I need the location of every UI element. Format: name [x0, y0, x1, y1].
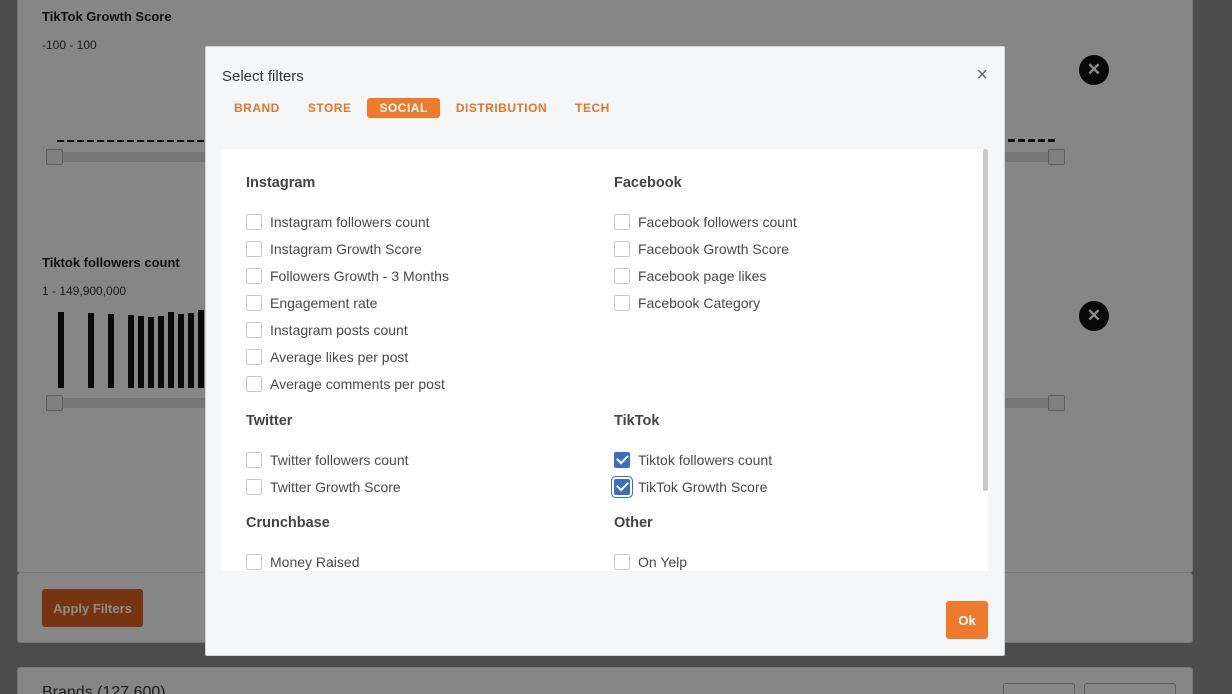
- option-followers-growth-3-months[interactable]: Followers Growth - 3 Months: [246, 262, 449, 289]
- option-label: Instagram posts count: [270, 321, 408, 338]
- option-label: Engagement rate: [270, 294, 378, 311]
- option-label: Money Raised: [270, 553, 360, 570]
- tab-store[interactable]: STORE: [296, 98, 364, 118]
- checkbox[interactable]: [246, 213, 262, 230]
- checkbox[interactable]: [614, 267, 630, 284]
- option-instagram-growth-score[interactable]: Instagram Growth Score: [246, 235, 449, 262]
- option-label: TikTok Growth Score: [638, 478, 768, 495]
- checkbox[interactable]: [246, 348, 262, 365]
- checkbox-checked[interactable]: [614, 478, 630, 495]
- option-facebook-category[interactable]: Facebook Category: [614, 289, 797, 316]
- checkbox[interactable]: [614, 240, 630, 257]
- option-average-comments-per-post[interactable]: Average comments per post: [246, 370, 449, 397]
- option-label: Instagram followers count: [270, 213, 430, 230]
- group-title: Instagram: [246, 175, 316, 191]
- option-facebook-followers-count[interactable]: Facebook followers count: [614, 208, 797, 235]
- option-label: Instagram Growth Score: [270, 240, 422, 257]
- close-icon[interactable]: ×: [976, 65, 988, 85]
- group-title: Crunchbase: [246, 515, 330, 531]
- checkbox-checked[interactable]: [614, 451, 630, 468]
- option-label: Facebook page likes: [638, 267, 767, 284]
- option-average-likes-per-post[interactable]: Average likes per post: [246, 343, 449, 370]
- checkbox[interactable]: [246, 478, 262, 495]
- option-label: Average likes per post: [270, 348, 409, 365]
- option-on-yelp[interactable]: On Yelp: [614, 548, 687, 571]
- select-filters-modal: Select filters × BRAND STORE SOCIAL DIST…: [205, 46, 1005, 656]
- option-twitter-growth-score[interactable]: Twitter Growth Score: [246, 473, 409, 500]
- checkbox[interactable]: [246, 375, 262, 392]
- option-label: Facebook Growth Score: [638, 240, 789, 257]
- option-tiktok-growth-score[interactable]: TikTok Growth Score: [614, 473, 772, 500]
- checkbox[interactable]: [246, 321, 262, 338]
- group-title: TikTok: [614, 413, 660, 429]
- tab-tech[interactable]: TECH: [563, 98, 622, 118]
- checkbox[interactable]: [246, 294, 262, 311]
- tiktok-group: TikTok Tiktok followers count TikTok Gro…: [614, 413, 772, 500]
- modal-title: Select filters: [222, 68, 304, 85]
- crunchbase-group: Crunchbase Money Raised: [246, 515, 360, 571]
- checkbox[interactable]: [614, 213, 630, 230]
- checkbox[interactable]: [246, 240, 262, 257]
- option-label: Tiktok followers count: [638, 451, 773, 468]
- tab-social[interactable]: SOCIAL: [367, 98, 440, 118]
- checkbox[interactable]: [614, 294, 630, 311]
- group-title: Other: [614, 515, 653, 531]
- option-tiktok-followers-count[interactable]: Tiktok followers count: [614, 446, 772, 473]
- other-group: Other On Yelp: [614, 515, 687, 571]
- checkbox[interactable]: [246, 553, 262, 570]
- option-label: Average comments per post: [270, 375, 445, 392]
- instagram-group: Instagram Instagram followers count Inst…: [246, 175, 449, 397]
- group-title: Twitter: [246, 413, 293, 429]
- option-label: On Yelp: [638, 553, 688, 570]
- option-label: Followers Growth - 3 Months: [270, 267, 449, 284]
- filter-tabs: BRAND STORE SOCIAL DISTRIBUTION TECH: [222, 98, 622, 118]
- option-label: Twitter Growth Score: [270, 478, 401, 495]
- option-twitter-followers-count[interactable]: Twitter followers count: [246, 446, 409, 473]
- filter-options-panel: Instagram Instagram followers count Inst…: [222, 149, 988, 571]
- option-label: Facebook followers count: [638, 213, 797, 230]
- option-engagement-rate[interactable]: Engagement rate: [246, 289, 449, 316]
- checkbox[interactable]: [246, 451, 262, 468]
- tab-brand[interactable]: BRAND: [222, 98, 292, 118]
- checkbox[interactable]: [246, 267, 262, 284]
- option-instagram-followers-count[interactable]: Instagram followers count: [246, 208, 449, 235]
- facebook-group: Facebook Facebook followers count Facebo…: [614, 175, 797, 316]
- ok-button[interactable]: Ok: [946, 601, 988, 639]
- option-label: Twitter followers count: [270, 451, 409, 468]
- option-money-raised[interactable]: Money Raised: [246, 548, 360, 571]
- checkbox[interactable]: [614, 553, 630, 570]
- option-label: Facebook Category: [638, 294, 761, 311]
- option-instagram-posts-count[interactable]: Instagram posts count: [246, 316, 449, 343]
- scrollbar[interactable]: [983, 149, 988, 491]
- twitter-group: Twitter Twitter followers count Twitter …: [246, 413, 409, 500]
- group-title: Facebook: [614, 175, 682, 191]
- tab-distribution[interactable]: DISTRIBUTION: [444, 98, 559, 118]
- option-facebook-growth-score[interactable]: Facebook Growth Score: [614, 235, 797, 262]
- option-facebook-page-likes[interactable]: Facebook page likes: [614, 262, 797, 289]
